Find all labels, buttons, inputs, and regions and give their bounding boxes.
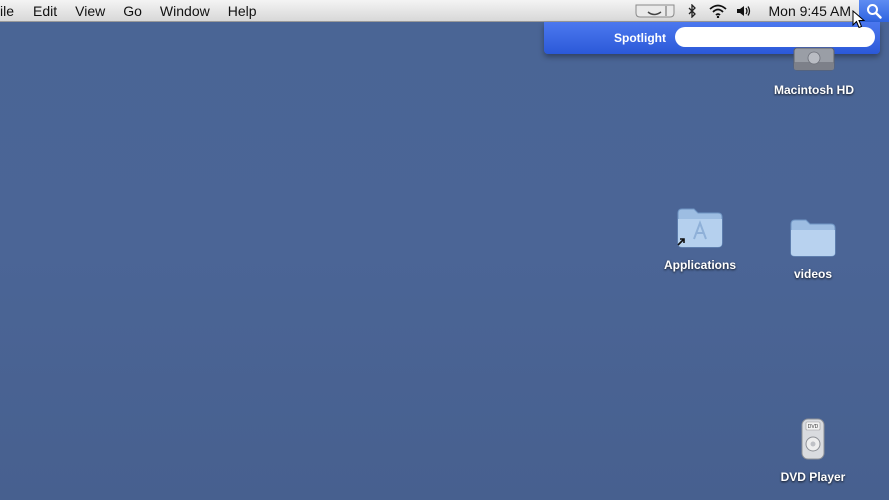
time-machine-icon[interactable] xyxy=(634,4,676,18)
spotlight-label: Spotlight xyxy=(614,31,666,45)
desktop-icon-label: DVD Player xyxy=(780,470,846,484)
desktop-icon-label: Applications xyxy=(663,258,736,272)
status-area: Mon 9:45 AM xyxy=(631,0,889,22)
desktop-icon-macintosh-hd[interactable]: Macintosh HD xyxy=(764,38,864,99)
menu-help[interactable]: Help xyxy=(219,0,266,22)
desktop-icon-label: Macintosh HD xyxy=(773,83,854,97)
folder-icon xyxy=(790,219,836,257)
menu-bar: ile Edit View Go Window Help Mon 9:45 AM xyxy=(0,0,889,22)
applications-folder-alias-icon xyxy=(677,208,723,248)
desktop-icon-videos[interactable]: videos xyxy=(763,218,863,283)
wifi-icon[interactable] xyxy=(708,0,728,22)
desktop-icon-dvd-player[interactable]: DVD DVD Player xyxy=(763,417,863,486)
desktop-icon-applications[interactable]: Applications xyxy=(650,205,750,274)
menu-view[interactable]: View xyxy=(66,0,114,22)
menu-go[interactable]: Go xyxy=(114,0,151,22)
menu-edit[interactable]: Edit xyxy=(24,0,66,22)
desktop-icon-label: videos xyxy=(793,267,832,281)
volume-icon[interactable] xyxy=(734,0,754,22)
menu-clock[interactable]: Mon 9:45 AM xyxy=(769,3,852,19)
bluetooth-icon[interactable] xyxy=(682,0,702,22)
mouse-cursor-icon xyxy=(852,10,866,29)
menu-window[interactable]: Window xyxy=(151,0,219,22)
svg-text:DVD: DVD xyxy=(808,424,819,430)
hard-drive-icon xyxy=(793,47,835,71)
magnifier-icon xyxy=(867,4,882,19)
dvd-player-icon: DVD xyxy=(801,418,825,460)
menu-file[interactable]: ile xyxy=(0,0,24,22)
